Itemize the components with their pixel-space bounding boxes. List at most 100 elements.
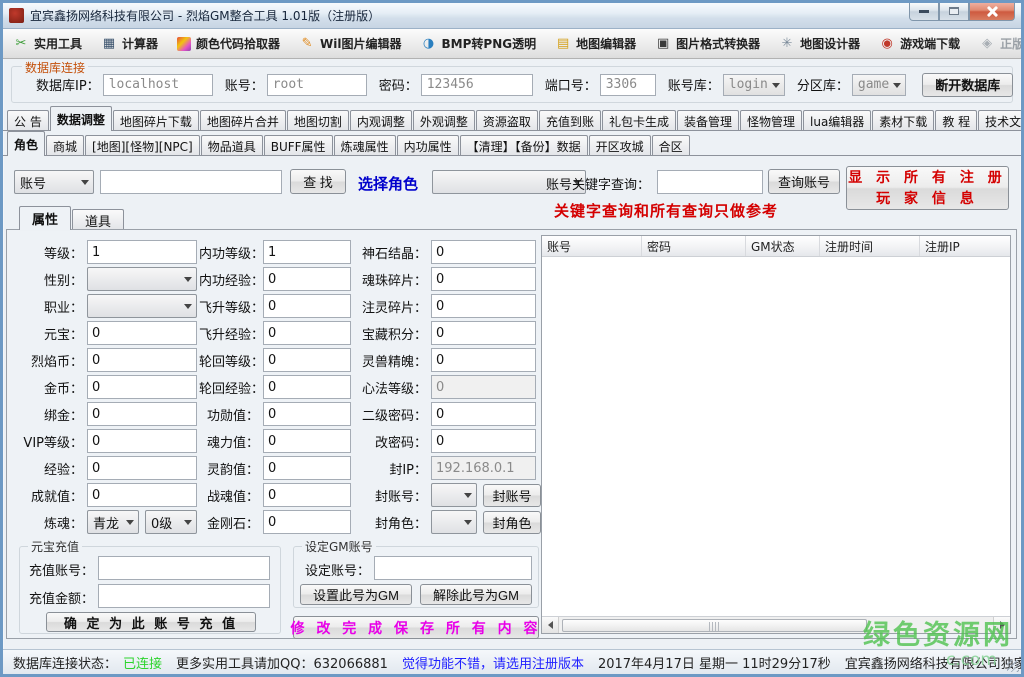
- innertab-items[interactable]: 道具: [72, 209, 124, 230]
- form-input[interactable]: [87, 402, 197, 426]
- col-header-account[interactable]: 账号: [542, 236, 642, 256]
- tab-map-fragment-merge[interactable]: 地图碎片合并: [200, 110, 286, 131]
- resize-grip[interactable]: [1007, 660, 1019, 672]
- form-input[interactable]: [87, 456, 197, 480]
- tab-tutorial[interactable]: 教 程: [935, 110, 977, 131]
- db-ip-input[interactable]: [103, 74, 213, 96]
- tab-data-adjust[interactable]: 数据调整: [50, 106, 112, 131]
- form-input[interactable]: [431, 321, 536, 345]
- form-input[interactable]: [87, 348, 197, 372]
- scroll-left-arrow-icon[interactable]: [542, 617, 559, 633]
- tab-internal-view-adjust[interactable]: 内观调整: [350, 110, 412, 131]
- tab-material-download[interactable]: 素材下载: [872, 110, 934, 131]
- form-input[interactable]: [263, 294, 351, 318]
- set-gm-button[interactable]: 设置此号为GM: [300, 584, 412, 605]
- query-account-button[interactable]: 查询账号: [768, 169, 840, 194]
- form-input[interactable]: [431, 240, 536, 264]
- col-header-register-time[interactable]: 注册时间: [820, 236, 920, 256]
- toolbar-item-map-designer[interactable]: 地图设计器: [779, 35, 860, 52]
- profession-select[interactable]: [87, 294, 197, 318]
- table-body[interactable]: [542, 257, 1010, 616]
- subtab-role[interactable]: 角色: [7, 131, 45, 156]
- tab-monster-manage[interactable]: 怪物管理: [740, 110, 802, 131]
- form-input[interactable]: [87, 429, 197, 453]
- tab-announcement[interactable]: 公 告: [7, 110, 49, 131]
- toolbar-item-color-picker[interactable]: 颜色代码拾取器: [177, 35, 280, 52]
- unset-gm-button[interactable]: 解除此号为GM: [420, 584, 532, 605]
- search-input[interactable]: [100, 170, 282, 194]
- subtab-open-server-siege[interactable]: 开区攻城: [589, 135, 651, 156]
- subtab-clean-backup-data[interactable]: 【清理】【备份】数据: [460, 135, 588, 156]
- subtab-buff-attrs[interactable]: BUFF属性: [264, 135, 333, 156]
- show-all-players-button[interactable]: 显 示 所 有 注 册 玩 家 信 息: [846, 166, 1009, 210]
- col-header-register-ip[interactable]: 注册IP: [920, 236, 1010, 256]
- db-account-db-select[interactable]: login: [723, 74, 785, 96]
- subtab-map-monster-npc[interactable]: [地图][怪物][NPC]: [85, 135, 200, 156]
- toolbar-item-map-editor[interactable]: 地图编辑器: [555, 35, 636, 52]
- innertab-attributes[interactable]: 属性: [19, 206, 71, 230]
- disconnect-db-button[interactable]: 断开数据库: [922, 73, 1013, 97]
- col-header-password[interactable]: 密码: [642, 236, 746, 256]
- toolbar-item-game-download[interactable]: 游戏端下载: [879, 35, 960, 52]
- tab-lua-editor[interactable]: lua编辑器: [803, 110, 871, 131]
- form-input[interactable]: [263, 456, 351, 480]
- gender-select[interactable]: [87, 267, 197, 291]
- form-input[interactable]: [263, 510, 351, 534]
- subtab-mall[interactable]: 商城: [46, 135, 84, 156]
- ban-account-button[interactable]: 封账号: [483, 484, 541, 507]
- tab-giftcard-generate[interactable]: 礼包卡生成: [602, 110, 676, 131]
- toolbar-item-utility-tools[interactable]: 实用工具: [13, 35, 82, 52]
- toolbar-item-image-converter[interactable]: 图片格式转换器: [655, 35, 760, 52]
- db-user-input[interactable]: [267, 74, 367, 96]
- scrollbar-thumb[interactable]: [562, 619, 867, 632]
- ban-account-select[interactable]: [431, 483, 477, 507]
- form-input[interactable]: [431, 429, 536, 453]
- subtab-soul-refine-attrs[interactable]: 炼魂属性: [334, 135, 396, 156]
- subtab-neigong-attrs[interactable]: 内功属性: [397, 135, 459, 156]
- minimize-button[interactable]: [909, 2, 939, 21]
- tab-resource-grab[interactable]: 资源盗取: [476, 110, 538, 131]
- keyword-input[interactable]: [657, 170, 763, 194]
- toolbar-item-calculator[interactable]: 计算器: [101, 35, 158, 52]
- form-input[interactable]: [263, 267, 351, 291]
- soul-refine-level-select[interactable]: 0级: [145, 510, 197, 534]
- level-input[interactable]: [87, 240, 197, 264]
- tab-map-cut[interactable]: 地图切割: [287, 110, 349, 131]
- save-all-button[interactable]: 修 改 完 成 保 存 所 有 内 容: [293, 616, 539, 639]
- form-input[interactable]: [263, 240, 351, 264]
- tab-map-fragment-download[interactable]: 地图碎片下载: [113, 110, 199, 131]
- form-input[interactable]: [263, 348, 351, 372]
- close-button[interactable]: [969, 2, 1015, 21]
- tab-equipment-manage[interactable]: 装备管理: [677, 110, 739, 131]
- tab-tech-articles[interactable]: 技术文章: [978, 110, 1024, 131]
- form-input[interactable]: [431, 348, 536, 372]
- db-port-input[interactable]: [600, 74, 656, 96]
- form-input[interactable]: [431, 267, 536, 291]
- form-input[interactable]: [263, 402, 351, 426]
- recharge-account-input[interactable]: [98, 556, 270, 580]
- form-input[interactable]: [263, 321, 351, 345]
- ban-role-select[interactable]: [431, 510, 477, 534]
- maximize-button[interactable]: [939, 2, 969, 21]
- soul-refine-type-select[interactable]: 青龙: [87, 510, 139, 534]
- tab-appearance-adjust[interactable]: 外观调整: [413, 110, 475, 131]
- subtab-merge-server[interactable]: 合区: [652, 135, 690, 156]
- form-input[interactable]: [263, 375, 351, 399]
- search-field-select[interactable]: 账号: [14, 170, 94, 194]
- db-zone-db-select[interactable]: game: [852, 74, 906, 96]
- confirm-recharge-button[interactable]: 确 定 为 此 账 号 充 值: [46, 612, 256, 632]
- subtab-items[interactable]: 物品道具: [201, 135, 263, 156]
- recharge-amount-input[interactable]: [98, 584, 270, 608]
- form-input[interactable]: [87, 483, 197, 507]
- form-input[interactable]: [87, 375, 197, 399]
- form-input[interactable]: [87, 321, 197, 345]
- db-password-input[interactable]: [421, 74, 533, 96]
- toolbar-item-bmp-to-png[interactable]: BMP转PNG透明: [421, 35, 537, 52]
- find-button[interactable]: 查 找: [290, 169, 346, 194]
- form-input[interactable]: [263, 483, 351, 507]
- tab-recharge-arrival[interactable]: 充值到账: [539, 110, 601, 131]
- form-input[interactable]: [431, 402, 536, 426]
- gm-account-input[interactable]: [374, 556, 532, 580]
- col-header-gm-status[interactable]: GM状态: [746, 236, 820, 256]
- form-input[interactable]: [263, 429, 351, 453]
